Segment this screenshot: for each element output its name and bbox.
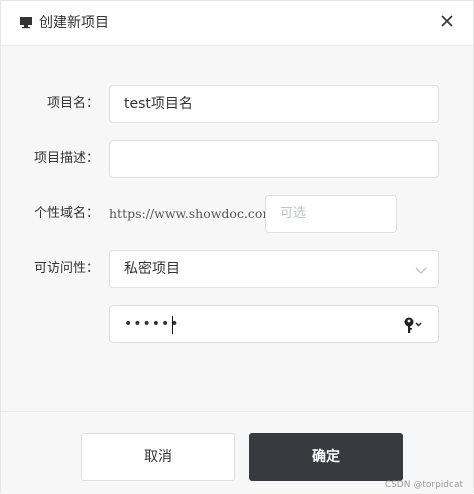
close-icon[interactable] <box>437 11 457 31</box>
dialog-title: 创建新项目 <box>39 15 109 31</box>
custom-domain-input[interactable]: 可选 <box>265 195 397 233</box>
monitor-icon <box>20 17 32 29</box>
project-name-label: 项目名： <box>46 96 99 111</box>
text-caret <box>172 316 173 334</box>
visibility-row: 可访问性： 私密项目 <box>1 250 473 288</box>
project-name-row: 项目名： test项目名 <box>1 85 473 123</box>
custom-domain-row: 个性域名： https://www.showdoc.com.cn/ 可选 <box>1 195 473 233</box>
confirm-button[interactable]: 确定 <box>249 433 403 481</box>
password-row: •••••• <box>1 305 473 343</box>
dialog-footer: 取消 确定 CSDN @torpidcat <box>1 411 473 494</box>
visibility-selected-value: 私密项目 <box>124 261 180 277</box>
create-project-dialog: 创建新项目 项目名： test项目名 项目描述： 个性域名： https://w… <box>0 0 474 494</box>
chevron-down-icon <box>415 267 427 274</box>
watermark: CSDN @torpidcat <box>384 480 463 490</box>
dialog-header: 创建新项目 <box>1 1 473 46</box>
project-description-row: 项目描述： <box>1 140 473 178</box>
custom-domain-label: 个性域名： <box>33 206 99 221</box>
project-name-input[interactable]: test项目名 <box>109 85 439 123</box>
project-description-label: 项目描述： <box>33 151 99 166</box>
password-input[interactable]: •••••• <box>109 305 439 343</box>
cancel-button[interactable]: 取消 <box>81 433 235 481</box>
project-description-input[interactable] <box>109 140 439 178</box>
visibility-label: 可访问性： <box>33 261 99 276</box>
key-icon[interactable] <box>402 315 424 335</box>
visibility-select[interactable]: 私密项目 <box>109 250 439 288</box>
